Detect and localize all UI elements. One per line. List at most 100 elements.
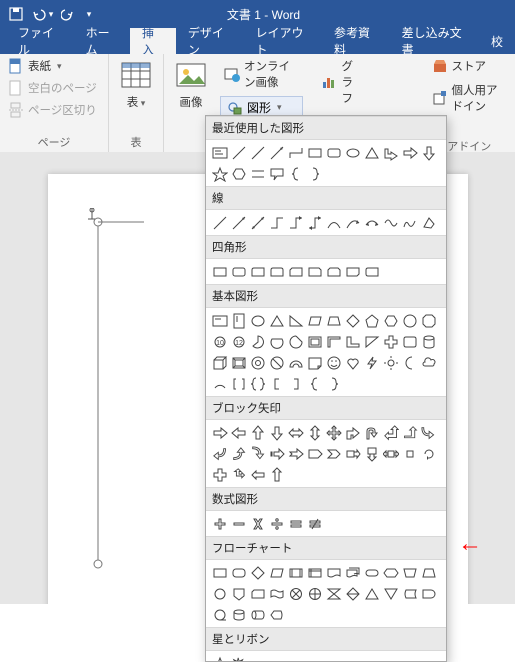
tab-file[interactable]: ファイル xyxy=(6,28,74,54)
shape-elbow-double[interactable] xyxy=(305,213,324,232)
online-image-button[interactable]: オンライン画像 xyxy=(220,56,303,92)
shape-ar-bentup[interactable] xyxy=(400,423,419,442)
shape-triangle[interactable] xyxy=(362,143,381,162)
shape-fc-terminator[interactable] xyxy=(362,563,381,582)
shape-rect5[interactable] xyxy=(286,262,305,281)
shape-ar-leftup[interactable] xyxy=(381,423,400,442)
shape-b-pentagon[interactable] xyxy=(362,311,381,330)
shape-rbrace[interactable] xyxy=(305,164,324,183)
shape-eq-plus[interactable] xyxy=(210,514,229,533)
shape-fc-extract[interactable] xyxy=(362,584,381,603)
tab-insert[interactable]: 挿入 xyxy=(130,28,176,54)
shape-ar-curved-up[interactable] xyxy=(229,444,248,463)
blank-page-button[interactable]: 空白のページ xyxy=(4,78,101,98)
shape-textbox[interactable] xyxy=(210,143,229,162)
shape-b-textbox-v[interactable] xyxy=(229,311,248,330)
shape-b-lbracket[interactable] xyxy=(267,374,286,393)
shape-rect7[interactable] xyxy=(324,262,343,281)
shape-hexagon[interactable] xyxy=(229,164,248,183)
shape-rect2[interactable] xyxy=(229,262,248,281)
shape-b-hept[interactable] xyxy=(400,311,419,330)
shape-fc-tape[interactable] xyxy=(267,584,286,603)
shape-b-heart[interactable] xyxy=(343,353,362,372)
shape-fc-decision[interactable] xyxy=(248,563,267,582)
shape-b-halfframe[interactable] xyxy=(324,332,343,351)
shape-elbow[interactable] xyxy=(267,213,286,232)
shape-ar-quad[interactable] xyxy=(324,423,343,442)
shape-ar-curved-down[interactable] xyxy=(248,444,267,463)
shape-star-partial1[interactable] xyxy=(210,654,229,661)
shape-ar-chevron[interactable] xyxy=(324,444,343,463)
shape-curve-double[interactable] xyxy=(362,213,381,232)
shape-line-b[interactable] xyxy=(229,213,248,232)
chart-button[interactable]: グラフ xyxy=(317,56,365,108)
shape-rect[interactable] xyxy=(305,143,324,162)
shape-b-cube[interactable] xyxy=(210,353,229,372)
shape-callout[interactable] xyxy=(267,164,286,183)
shape-line-c[interactable] xyxy=(248,213,267,232)
shape-fc-collate[interactable] xyxy=(324,584,343,603)
shape-b-diag[interactable] xyxy=(362,332,381,351)
shape-fc-multidoc[interactable] xyxy=(343,563,362,582)
tab-layout[interactable]: レイアウト xyxy=(243,28,322,54)
shape-b-donut[interactable] xyxy=(248,353,267,372)
shape-fc-seqacc[interactable] xyxy=(210,605,229,624)
image-button[interactable]: 画像 xyxy=(168,56,214,112)
shape-ar-circular[interactable] xyxy=(419,444,438,463)
shape-star[interactable] xyxy=(210,164,229,183)
shape-b-nosym[interactable] xyxy=(267,353,286,372)
shape-b-lshape[interactable] xyxy=(343,332,362,351)
shape-fc-document[interactable] xyxy=(324,563,343,582)
shape-ar-curved-left[interactable] xyxy=(210,444,229,463)
shape-b-tear[interactable] xyxy=(286,332,305,351)
shape-b-lbrace2[interactable] xyxy=(305,374,324,393)
shape-fc-internal[interactable] xyxy=(305,563,324,582)
shape-line2[interactable] xyxy=(248,143,267,162)
shape-ar-pentagon[interactable] xyxy=(305,444,324,463)
shape-b-plaque[interactable] xyxy=(400,332,419,351)
shape-ar-spare2[interactable] xyxy=(248,465,267,484)
shape-ar-callout-r[interactable] xyxy=(343,444,362,463)
shape-b-blockarc[interactable] xyxy=(286,353,305,372)
tab-design[interactable]: デザイン xyxy=(176,28,244,54)
shape-fc-manual[interactable] xyxy=(400,563,419,582)
shape-rect3[interactable] xyxy=(248,262,267,281)
shape-ar-uturn[interactable] xyxy=(362,423,381,442)
shape-ar-down[interactable] xyxy=(267,423,286,442)
shape-eq-times[interactable] xyxy=(248,514,267,533)
shape-down-arrow[interactable] xyxy=(419,143,438,162)
shape-eq-minus[interactable] xyxy=(229,514,248,533)
shape-ar-left[interactable] xyxy=(229,423,248,442)
shape-b-pie[interactable] xyxy=(248,332,267,351)
shape-b-bevel[interactable] xyxy=(229,353,248,372)
shape-curve[interactable] xyxy=(324,213,343,232)
connector-shape[interactable] xyxy=(88,214,148,574)
shape-ar-striped[interactable] xyxy=(267,444,286,463)
shape-eq-div[interactable] xyxy=(267,514,286,533)
shape-oval[interactable] xyxy=(343,143,362,162)
shape-lbrace[interactable] xyxy=(286,164,305,183)
shape-rect8[interactable] xyxy=(343,262,362,281)
shape-b-tri[interactable] xyxy=(267,311,286,330)
shape-ar-spare1[interactable] xyxy=(229,465,248,484)
shape-roundrect[interactable] xyxy=(324,143,343,162)
shape-arrow-line[interactable] xyxy=(267,143,286,162)
cover-page-button[interactable]: 表紙 ▾ xyxy=(4,56,66,76)
shape-fc-offpage[interactable] xyxy=(229,584,248,603)
tab-review-partial[interactable]: 校 xyxy=(479,28,515,54)
shape-b-para[interactable] xyxy=(305,311,324,330)
shape-ar-callout-quad[interactable] xyxy=(400,444,419,463)
shape-b-folded[interactable] xyxy=(305,353,324,372)
shape-fc-magdisk[interactable] xyxy=(229,605,248,624)
shape-b-can[interactable] xyxy=(419,332,438,351)
shape-b-oct[interactable] xyxy=(419,311,438,330)
shape-ar-curved-right[interactable] xyxy=(419,423,438,442)
shape-fc-display[interactable] xyxy=(267,605,286,624)
shape-curve-arrow[interactable] xyxy=(343,213,362,232)
shape-b-hex[interactable] xyxy=(381,311,400,330)
shape-right-arrow[interactable] xyxy=(400,143,419,162)
shape-fc-stored[interactable] xyxy=(400,584,419,603)
shape-b-doublebracket[interactable] xyxy=(229,374,248,393)
shape-b-cross[interactable] xyxy=(381,332,400,351)
shape-ar-callout-d[interactable] xyxy=(362,444,381,463)
